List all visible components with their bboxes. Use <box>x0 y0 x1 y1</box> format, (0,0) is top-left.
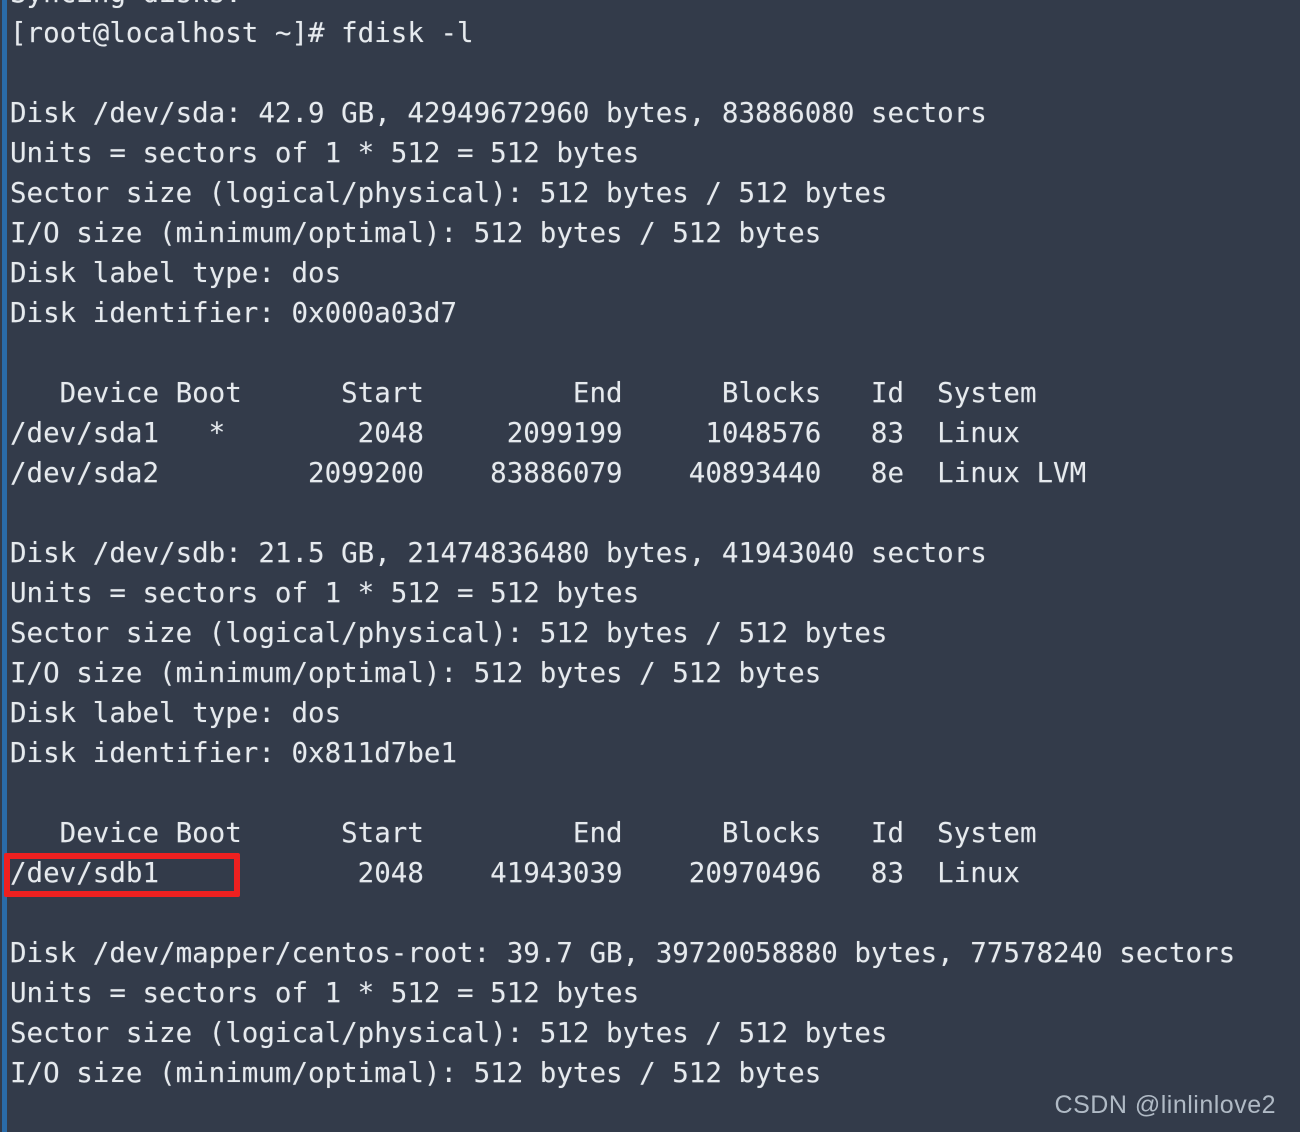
table-row-sda2: /dev/sda2 2099200 83886079 40893440 8e L… <box>10 457 1087 489</box>
terminal-prompt-line: [root@localhost ~]# fdisk -l <box>10 17 474 49</box>
terminal-output: Syncing disks. [root@localhost ~]# fdisk… <box>0 0 1300 1093</box>
terminal-line-disk-centos-root: Disk /dev/mapper/centos-root: 39.7 GB, 3… <box>10 937 1236 969</box>
partition-table-header-sda: Device Boot Start End Blocks Id System <box>10 377 1037 409</box>
terminal-line-disk-sdb: Disk /dev/sdb: 21.5 GB, 21474836480 byte… <box>10 537 987 569</box>
terminal-window[interactable]: Syncing disks. [root@localhost ~]# fdisk… <box>0 0 1300 1132</box>
terminal-line: Syncing disks. <box>0 0 1300 13</box>
terminal-line: Units = sectors of 1 * 512 = 512 bytes <box>10 977 640 1009</box>
terminal-line: Sector size (logical/physical): 512 byte… <box>10 1017 888 1049</box>
terminal-left-accent-stripe <box>2 0 7 1132</box>
table-row-sdb1: /dev/sdb1 2048 41943039 20970496 83 Linu… <box>10 857 1020 889</box>
terminal-line-identifier-sda: Disk identifier: 0x000a03d7 <box>10 297 458 329</box>
terminal-line: Sector size (logical/physical): 512 byte… <box>10 617 888 649</box>
terminal-line: Units = sectors of 1 * 512 = 512 bytes <box>10 577 640 609</box>
terminal-line: Units = sectors of 1 * 512 = 512 bytes <box>10 137 640 169</box>
terminal-line: Disk label type: dos <box>10 257 342 289</box>
terminal-line: I/O size (minimum/optimal): 512 bytes / … <box>10 657 822 689</box>
partition-table-header-sdb: Device Boot Start End Blocks Id System <box>10 817 1037 849</box>
terminal-line: I/O size (minimum/optimal): 512 bytes / … <box>10 217 822 249</box>
terminal-line: Disk label type: dos <box>10 697 342 729</box>
terminal-line: Sector size (logical/physical): 512 byte… <box>10 177 888 209</box>
watermark: CSDN @linlinlove2 <box>1054 1091 1276 1119</box>
table-row-sda1: /dev/sda1 * 2048 2099199 1048576 83 Linu… <box>10 417 1020 449</box>
terminal-line-disk-sda: Disk /dev/sda: 42.9 GB, 42949672960 byte… <box>10 97 987 129</box>
terminal-line-identifier-sdb: Disk identifier: 0x811d7be1 <box>10 737 458 769</box>
terminal-line: I/O size (minimum/optimal): 512 bytes / … <box>10 1057 822 1089</box>
